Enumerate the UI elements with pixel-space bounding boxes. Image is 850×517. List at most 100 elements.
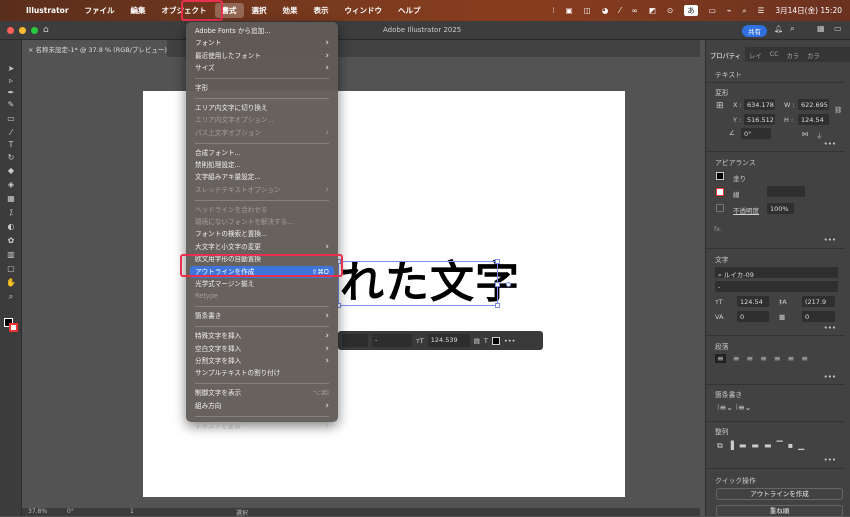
tab-properties[interactable]: プロパティ	[706, 47, 746, 62]
constrain-proportions-icon[interactable]: ⛓	[834, 106, 842, 114]
hand-tool-icon[interactable]: ✋	[6, 278, 16, 287]
font-size-field[interactable]: 124.539	[427, 334, 470, 347]
workspace-icon[interactable]: ▦	[817, 24, 825, 33]
align-left-icon[interactable]: ≡	[715, 354, 726, 363]
handle[interactable]	[495, 303, 500, 308]
search-icon[interactable]: ⌕	[790, 24, 795, 34]
justify-left-icon[interactable]: ≡	[760, 354, 767, 363]
selection-tool-icon[interactable]: ➤	[6, 64, 16, 73]
font-family-field[interactable]	[342, 334, 368, 347]
h-field[interactable]: 124.54	[798, 114, 829, 125]
selection-bounding-box[interactable]	[336, 259, 511, 308]
menu-item[interactable]: 制御文字を表示 ⌥⌘I	[190, 387, 334, 399]
eyedropper-tool-icon[interactable]: ⁒	[6, 208, 16, 217]
menu-app[interactable]: Illustrator	[18, 6, 77, 15]
search-icon[interactable]: ⌕	[742, 6, 746, 16]
menu-effect[interactable]: 効果	[275, 5, 306, 16]
pen-tool-icon[interactable]: ✒	[6, 88, 16, 97]
wifi-off-icon[interactable]: ⌁	[727, 6, 732, 15]
more-options-icon[interactable]: •••	[824, 140, 836, 148]
angle-field[interactable]: 0°	[741, 128, 771, 139]
font-style-field[interactable]: -	[715, 281, 838, 292]
notifications-icon[interactable]: 🔔︎	[774, 25, 783, 33]
curvature-tool-icon[interactable]: ✎	[6, 100, 16, 109]
opacity-label[interactable]: 不透明度	[733, 205, 759, 215]
font-style-field[interactable]: -	[372, 334, 412, 347]
more-options-icon[interactable]: •••	[824, 236, 836, 244]
tab-color[interactable]: カラ	[783, 47, 804, 62]
more-options-icon[interactable]: •••	[824, 373, 836, 381]
feather-icon[interactable]: ⁄	[619, 6, 620, 15]
reference-point-icon[interactable]: ⊞	[716, 101, 724, 111]
clipboard-icon[interactable]: ◫	[584, 6, 591, 15]
menu-select[interactable]: 選択	[244, 5, 275, 16]
home-icon[interactable]: ⌂	[43, 25, 49, 35]
artboard-number-field[interactable]: 1	[130, 508, 134, 515]
handle[interactable]	[495, 259, 500, 264]
type-options-icon[interactable]: T	[484, 337, 488, 345]
menu-item[interactable]: 禁則処理設定...	[190, 159, 334, 171]
leading-field[interactable]: (217.9	[802, 296, 835, 307]
justify-center-icon[interactable]: ≡	[774, 354, 781, 363]
menu-item[interactable]: 組み方向 ›	[190, 400, 334, 412]
menu-item[interactable]: サンプルテキストの割り付け	[190, 367, 334, 379]
tracking-field[interactable]: 0	[802, 311, 835, 322]
stroke-swatch[interactable]	[9, 323, 18, 332]
zoom-tool-icon[interactable]: ⌕	[6, 292, 16, 301]
extension-icon[interactable]: ⁝	[552, 6, 554, 15]
tab-color-guide[interactable]: カラ	[803, 47, 824, 62]
menu-item[interactable]: 文字組みアキ量設定...	[190, 171, 334, 183]
direct-selection-tool-icon[interactable]: ▹	[6, 76, 16, 85]
menu-edit[interactable]: 編集	[123, 5, 154, 16]
opacity-field[interactable]: 100%	[767, 203, 794, 214]
stroke-swatch[interactable]	[716, 188, 724, 196]
rotate-tool-icon[interactable]: ↻	[6, 153, 16, 162]
justify-right-icon[interactable]: ≡	[788, 354, 795, 363]
menu-item[interactable]: 字形	[190, 82, 334, 94]
menu-item[interactable]: 箇条書き ›	[190, 310, 334, 322]
share-icon[interactable]: ◩	[649, 6, 656, 15]
more-icon[interactable]: •••	[504, 337, 516, 345]
menu-item[interactable]: 合成フォント...	[190, 147, 334, 159]
zoom-level-field[interactable]: 37.8%	[28, 508, 47, 515]
close-tab-icon[interactable]: ×	[28, 46, 36, 54]
align-objects-icons[interactable]: ⧉▐▬▬▬▔▪▁	[717, 441, 809, 451]
rectangle-tool-icon[interactable]: ▭	[6, 114, 16, 123]
align-right-icon[interactable]: ≡	[746, 354, 753, 363]
paragraph-icon[interactable]: ▤	[474, 337, 480, 345]
tab-cc-libraries[interactable]: CC	[766, 47, 783, 62]
creative-cloud-icon[interactable]: ∞	[632, 6, 638, 15]
battery-icon[interactable]: ▭	[709, 6, 716, 15]
clock[interactable]: 3月14日(金) 15:20	[775, 5, 842, 16]
tab-layers[interactable]: レイ	[745, 47, 766, 62]
menu-item[interactable]: フォントの検索と置換...	[190, 228, 334, 240]
x-field[interactable]: 634.178	[744, 99, 775, 110]
text-handle[interactable]	[506, 282, 511, 287]
panel-toggle-icon[interactable]: ▭	[834, 24, 842, 33]
menu-item[interactable]: 大文字と小文字の変更 ›	[190, 241, 334, 253]
document-tab[interactable]: × 名称未設定-1* @ 37.8 % (RGB/プレビュー)	[22, 40, 167, 57]
menu-item[interactable]: サイズ ›	[190, 62, 334, 74]
fx-button[interactable]: fx.	[714, 225, 722, 233]
arrange-button[interactable]: 重ね順	[716, 505, 843, 517]
gradient-tool-icon[interactable]: ▦	[6, 194, 16, 203]
menu-item[interactable]: 分割文字を挿入 ›	[190, 355, 334, 367]
ime-icon[interactable]: あ	[684, 5, 698, 16]
menu-help[interactable]: ヘルプ	[390, 5, 429, 16]
fill-swatch[interactable]	[716, 172, 724, 180]
brush-tool-icon[interactable]: ⁄	[6, 128, 16, 137]
menu-item[interactable]: 光学式マージン揃え	[190, 278, 334, 290]
minimize-button[interactable]	[19, 27, 26, 34]
menu-item[interactable]: 特殊文字を挿入 ›	[190, 330, 334, 342]
create-outlines-button[interactable]: アウトラインを作成	[716, 488, 843, 500]
more-options-icon[interactable]: •••	[824, 324, 836, 332]
app-icon[interactable]: ▣	[566, 6, 573, 15]
share-button[interactable]: 共有	[742, 25, 767, 37]
justify-all-icon[interactable]: ≡	[801, 354, 808, 363]
font-family-field[interactable]: ⌕ ルイカ-09	[715, 267, 838, 278]
symbol-tool-icon[interactable]: ✿	[6, 236, 16, 245]
more-options-icon[interactable]: •••	[824, 456, 836, 464]
align-center-icon[interactable]: ≡	[733, 354, 740, 363]
menu-view[interactable]: 表示	[306, 5, 337, 16]
play-icon[interactable]: ⊙	[667, 6, 673, 15]
